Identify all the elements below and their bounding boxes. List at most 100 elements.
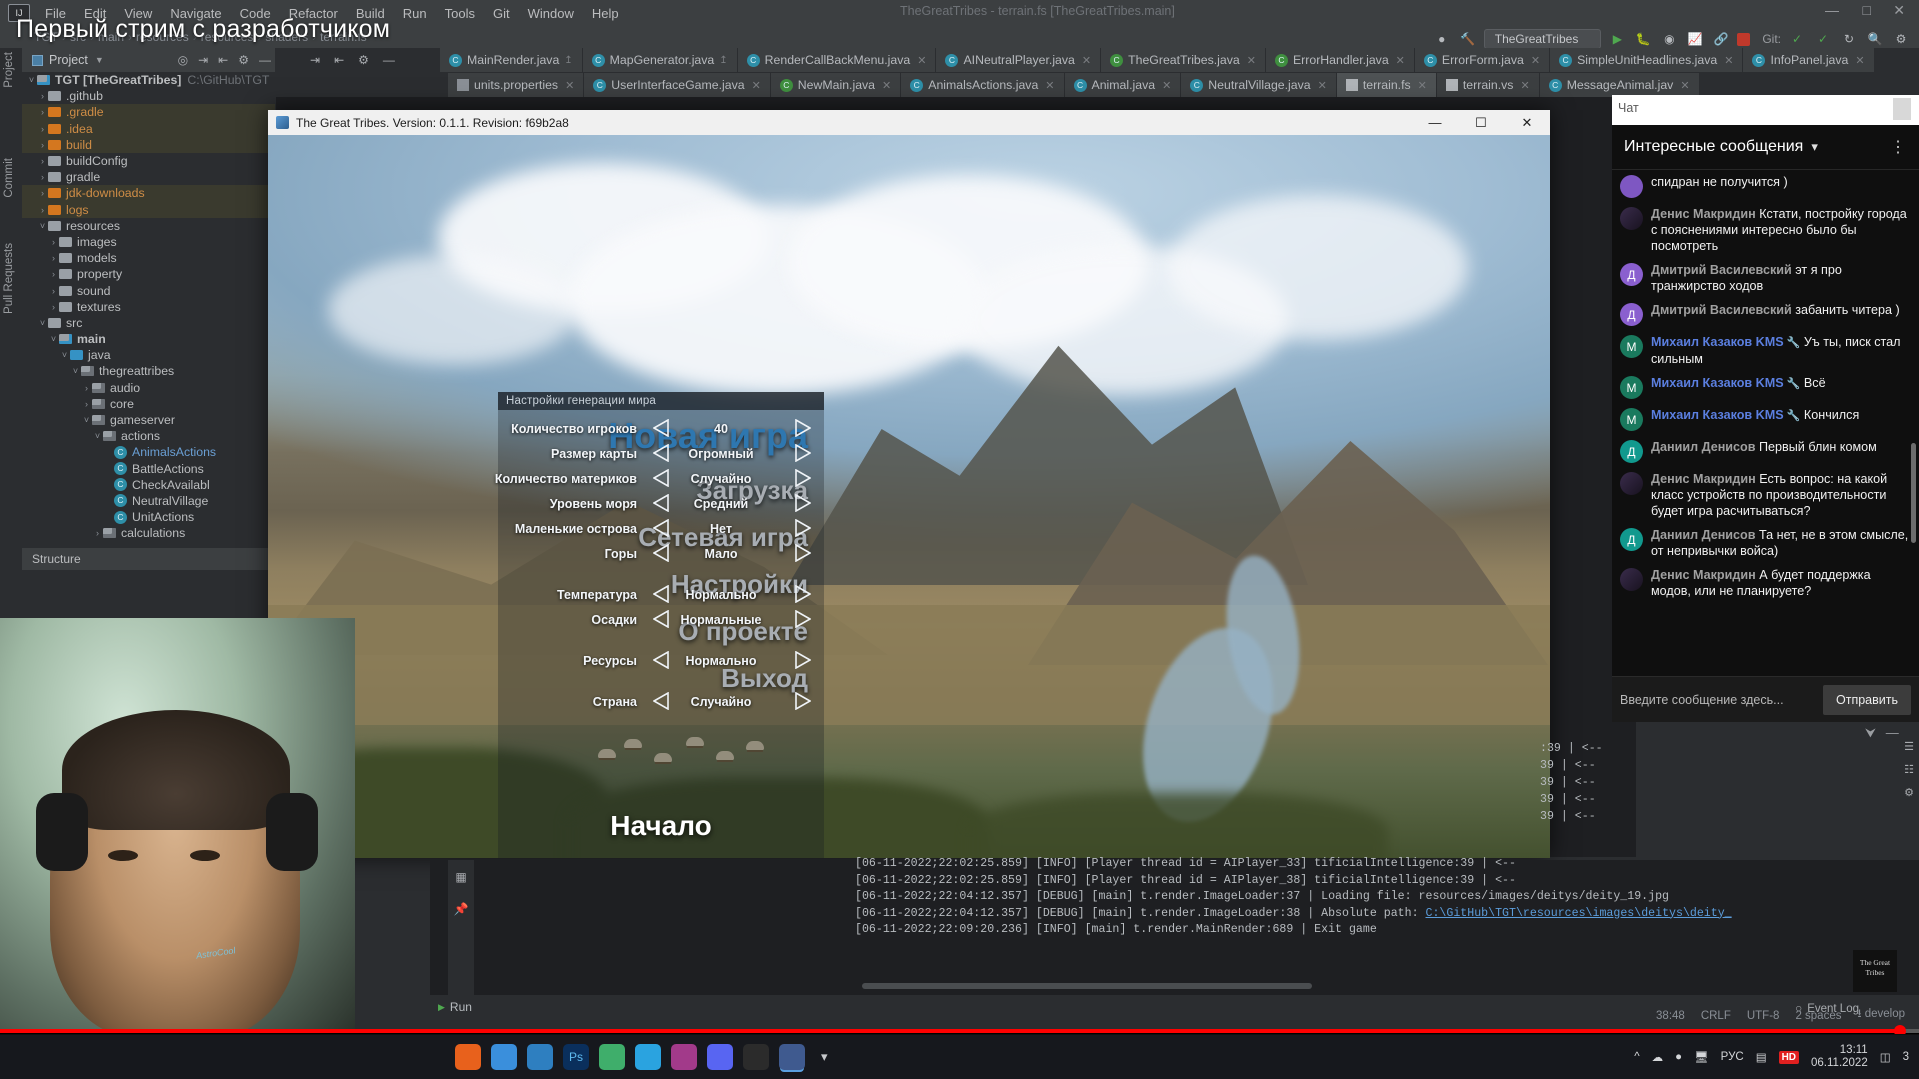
tree-item[interactable]: › core — [22, 396, 275, 412]
chevron-down-icon[interactable]: ˅ — [81, 415, 92, 425]
tree-twisty[interactable]: ˅ — [26, 75, 37, 85]
tree-item[interactable]: › images — [22, 234, 275, 250]
close-tab-icon[interactable]: ✕ — [752, 79, 761, 92]
setting-next-arrow[interactable] — [794, 544, 811, 562]
setting-prev-arrow[interactable] — [653, 610, 669, 628]
taskbar-apps[interactable]: Ps — [455, 1044, 805, 1070]
tree-item[interactable]: › gradle — [22, 169, 275, 185]
console-horizontal-scrollbar[interactable] — [862, 983, 1312, 989]
tree-item[interactable]: › buildConfig — [22, 153, 275, 169]
setting-prev-arrow[interactable] — [653, 469, 669, 487]
layout-icon[interactable]: ▦ — [455, 870, 466, 884]
taskbar-edge-icon[interactable] — [527, 1044, 553, 1070]
chat-scrollbar[interactable] — [1911, 443, 1916, 543]
editor-tab-animalsactions-java[interactable]: C AnimalsActions.java ✕ — [901, 73, 1065, 97]
tree-item[interactable]: › build — [22, 136, 275, 153]
taskbar-idea-icon[interactable] — [779, 1044, 805, 1070]
chevron-down-icon[interactable]: ▾ — [1811, 139, 1818, 155]
editor-tab-messageanimal-jav[interactable]: C MessageAnimal.jav ✕ — [1539, 73, 1700, 97]
close-tab-icon[interactable]: ✕ — [1318, 79, 1327, 92]
setting-prev-arrow[interactable] — [653, 419, 669, 437]
tray-network-icon[interactable]: 🖥 — [1694, 1050, 1709, 1064]
close-tab-icon[interactable]: ✕ — [917, 54, 926, 67]
attach-icon[interactable]: 🔗 — [1711, 29, 1731, 49]
tree-item[interactable]: ˅ main — [22, 331, 275, 347]
tree-item[interactable]: C NeutralVillage — [22, 493, 275, 509]
chat-header[interactable]: Интересные сообщения ▾ ⋮ — [1612, 125, 1919, 170]
tree-item[interactable]: › logs — [22, 201, 275, 218]
tree-item[interactable]: ˅ java — [22, 347, 275, 363]
chat-message-input[interactable]: Введите сообщение здесь... — [1620, 693, 1815, 707]
database-icon[interactable]: ☷ — [1904, 763, 1914, 776]
editor-tab-thegreattribes-java[interactable]: C TheGreatTribes.java ✕ — [1101, 48, 1266, 72]
chevron-right-icon[interactable]: › — [37, 172, 48, 182]
expand-editor-icon[interactable]: ⇥ — [310, 53, 320, 67]
tray-hd-badge[interactable]: HD — [1778, 1050, 1800, 1064]
settings-gear-icon[interactable]: ⚙ — [1891, 29, 1911, 49]
taskbar-dark-icon[interactable] — [743, 1044, 769, 1070]
game-maximize-button[interactable]: ☐ — [1458, 110, 1504, 135]
editor-tab-rendercallbackmenu-java[interactable]: C RenderCallBackMenu.java ✕ — [737, 48, 937, 72]
tree-item[interactable]: ˅ src — [22, 315, 275, 331]
close-tab-icon[interactable]: ✕ — [1082, 54, 1091, 67]
chat-author[interactable]: Дмитрий Василевский — [1651, 303, 1792, 317]
setting-next-arrow[interactable] — [794, 469, 811, 487]
caret-position[interactable]: 38:48 — [1656, 1010, 1685, 1022]
structure-tool-button[interactable]: Structure — [22, 548, 275, 570]
setting-prev-arrow[interactable] — [653, 519, 669, 537]
tree-item[interactable]: › models — [22, 250, 275, 266]
indent-setting[interactable]: 2 spaces — [1795, 1010, 1841, 1022]
tool-window-commit[interactable]: Commit — [3, 158, 15, 198]
run-button[interactable]: ▶ — [1607, 29, 1627, 49]
video-progress-bar[interactable] — [0, 1025, 1919, 1037]
chevron-right-icon[interactable]: › — [37, 91, 48, 101]
chevron-down-icon[interactable]: ˅ — [37, 318, 48, 328]
taskbar-discord-icon[interactable] — [707, 1044, 733, 1070]
tree-item[interactable]: › textures — [22, 299, 275, 315]
branch-widget[interactable]: ⭳ develop — [1857, 1006, 1905, 1025]
notifications-icon[interactable]: ☰ — [1904, 740, 1914, 753]
editor-tab-terrain-vs[interactable]: terrain.vs ✕ — [1436, 73, 1540, 97]
chevron-double-down-icon[interactable]: ⮟ — [1865, 725, 1876, 740]
tool-window-project[interactable]: Project — [3, 52, 15, 88]
chat-author[interactable]: Михаил Казаков KMS — [1651, 335, 1784, 349]
chevron-down-icon[interactable]: ˅ — [48, 334, 59, 344]
tree-item[interactable]: C BattleActions — [22, 461, 275, 477]
setting-next-arrow[interactable] — [794, 494, 811, 512]
tree-item[interactable]: ˅ actions — [22, 428, 275, 444]
tray-cloud-icon[interactable]: ☁ — [1652, 1050, 1664, 1064]
pin-icon[interactable]: 📌 — [454, 902, 469, 916]
tree-item[interactable]: › property — [22, 266, 275, 282]
editor-tabs-row-2[interactable]: units.properties ✕ C UserInterfaceGame.java… — [448, 73, 1919, 97]
chevron-right-icon[interactable]: › — [48, 237, 59, 247]
ide-minimize-button[interactable]: — — [1825, 2, 1839, 18]
chevron-right-icon[interactable]: › — [37, 124, 48, 134]
chat-author[interactable]: Денис Макридин — [1651, 472, 1756, 486]
chevron-right-icon[interactable]: › — [48, 302, 59, 312]
kebab-menu-icon[interactable]: ⋮ — [1890, 137, 1907, 157]
close-tab-icon[interactable]: ✕ — [1724, 54, 1733, 67]
menu-item-git[interactable]: Git — [484, 3, 519, 24]
taskbar-photoshop-icon[interactable]: Ps — [563, 1044, 589, 1070]
chevron-right-icon[interactable]: › — [37, 107, 48, 117]
editor-tab-errorhandler-java[interactable]: C ErrorHandler.java ✕ — [1265, 48, 1415, 72]
setting-next-arrow[interactable] — [794, 585, 811, 603]
setting-next-arrow[interactable] — [794, 519, 811, 537]
expand-all-icon[interactable]: ⇥ — [198, 53, 208, 67]
close-tab-icon[interactable]: ✕ — [1520, 79, 1529, 92]
tree-item[interactable]: › calculations — [22, 525, 275, 541]
start-game-button[interactable]: Начало — [498, 810, 824, 842]
notification-center-icon[interactable]: ◫ — [1880, 1050, 1891, 1064]
stream-chat-panel[interactable]: Интересные сообщения ▾ ⋮ спидран не полу… — [1612, 125, 1919, 722]
file-encoding[interactable]: UTF-8 — [1747, 1010, 1780, 1022]
chevron-right-icon[interactable]: › — [37, 140, 48, 150]
tree-item[interactable]: C AnimalsActions — [22, 444, 275, 460]
chat-author[interactable]: Дмитрий Василевский — [1651, 263, 1792, 277]
git-update-icon[interactable]: ✓ — [1787, 29, 1807, 49]
chat-author[interactable]: Даниил Денисов — [1651, 528, 1755, 542]
chevron-right-icon[interactable]: › — [81, 399, 92, 409]
menu-item-run[interactable]: Run — [394, 3, 436, 24]
editor-tab-animal-java[interactable]: C Animal.java ✕ — [1064, 73, 1182, 97]
editor-tab-neutralvillage-java[interactable]: C NeutralVillage.java ✕ — [1181, 73, 1337, 97]
game-canvas[interactable]: Новая игра Загрузка Сетевая игра Настройки О… — [268, 135, 1550, 858]
